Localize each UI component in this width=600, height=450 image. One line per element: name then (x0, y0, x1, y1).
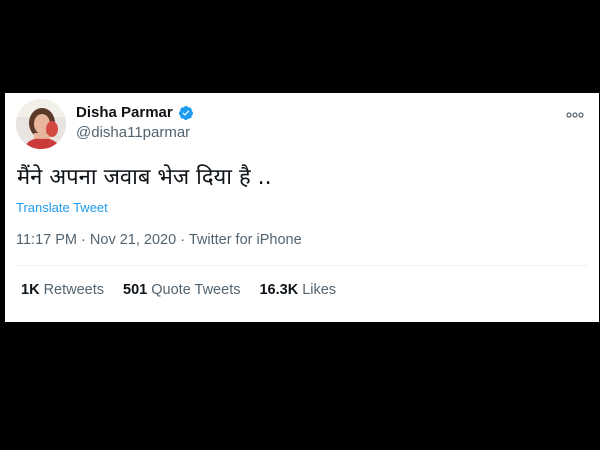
quote-tweets-label: Quote Tweets (151, 282, 241, 298)
divider (16, 265, 588, 266)
quote-tweets-stat[interactable]: 501 Quote Tweets (123, 282, 240, 298)
verified-badge-icon (178, 105, 194, 121)
separator-dot: · (81, 232, 86, 248)
retweets-count: 1K (21, 282, 40, 298)
tweet-source[interactable]: Twitter for iPhone (189, 232, 302, 248)
profile-photo (16, 99, 66, 149)
likes-stat[interactable]: 16.3K Likes (259, 282, 336, 298)
avatar[interactable] (16, 99, 66, 149)
translate-tweet-link[interactable]: Translate Tweet (16, 200, 108, 215)
retweets-stat[interactable]: 1K Retweets (21, 282, 104, 298)
engagement-stats: 1K Retweets 501 Quote Tweets 16.3K Likes (21, 282, 355, 298)
likes-count: 16.3K (259, 282, 299, 298)
tweet-date[interactable]: Nov 21, 2020 (90, 232, 176, 248)
author-name-row[interactable]: Disha Parmar (76, 104, 194, 121)
retweets-label: Retweets (43, 282, 105, 298)
separator-dot: · (180, 232, 186, 248)
more-options-icon[interactable] (566, 105, 584, 121)
author-name[interactable]: Disha Parmar (76, 104, 173, 121)
quote-tweets-count: 501 (123, 282, 148, 298)
tweet-text: मैंने अपना जवाब भेज दिया है .. (17, 165, 272, 190)
tweet-card: Disha Parmar @disha11parmar मैंने अपना ज… (5, 93, 599, 322)
likes-label: Likes (302, 282, 337, 298)
tweet-time[interactable]: 11:17 PM (16, 232, 77, 248)
tweet-metadata: 11:17 PM · Nov 21, 2020 · Twitter for iP… (16, 232, 302, 248)
author-handle[interactable]: @disha11parmar (76, 124, 190, 141)
